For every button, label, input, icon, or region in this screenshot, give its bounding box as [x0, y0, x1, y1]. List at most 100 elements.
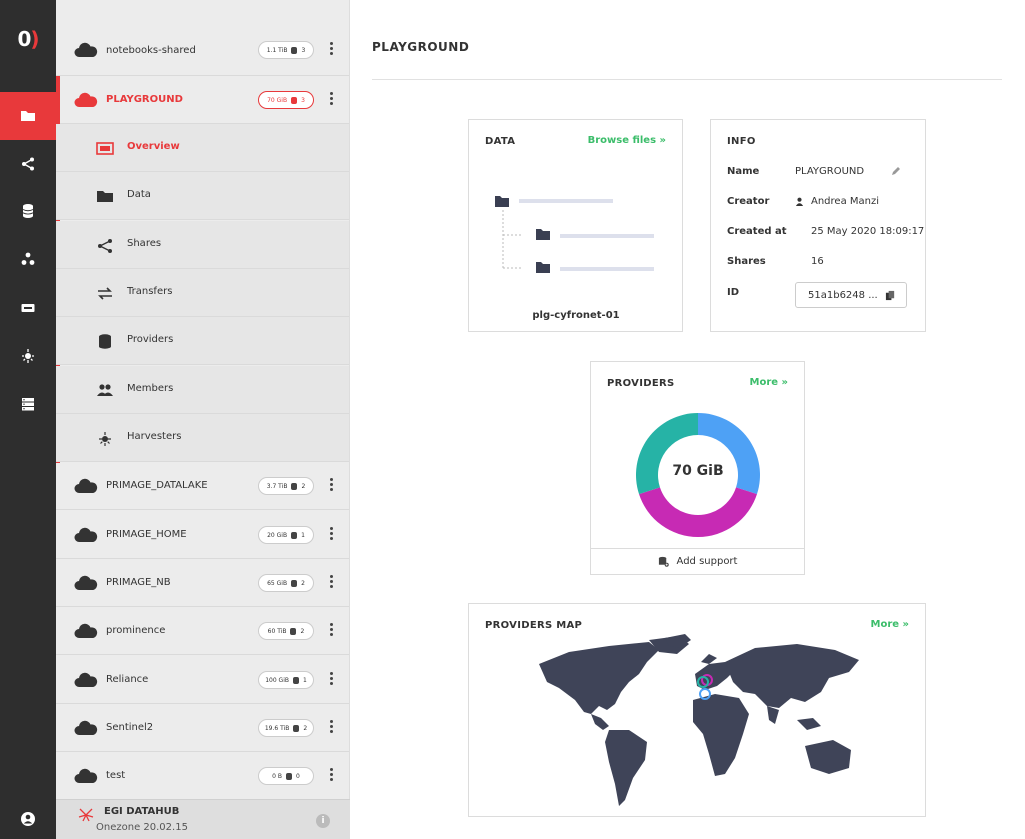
share-icon [98, 238, 112, 253]
rail-uploads-button[interactable] [0, 380, 56, 428]
rail-providers-button[interactable] [0, 187, 56, 235]
space-menu-label: Harvesters [127, 430, 182, 442]
add-database-icon [658, 556, 669, 567]
server-icon [22, 398, 34, 411]
rail-clusters-button[interactable] [0, 235, 56, 283]
space-size-badge[interactable]: 100 GiB 1 [258, 671, 314, 689]
info-card-title: INFO [727, 136, 756, 147]
space-size-badge[interactable]: 3.7 TiB 2 [258, 477, 314, 495]
donut-slice-0[interactable] [698, 413, 760, 495]
egi-logo-icon [78, 808, 94, 822]
donut-center-label: 70 GiB [672, 463, 724, 479]
zone-version: Onezone 20.02.15 [96, 822, 188, 833]
rail-data-button[interactable] [0, 92, 56, 140]
more-options-icon[interactable] [328, 476, 334, 496]
space-item-playground[interactable]: PLAYGROUND 70 GiB 3 [56, 76, 349, 124]
database-icon [290, 627, 297, 635]
more-options-icon[interactable] [328, 766, 334, 786]
browse-files-link[interactable]: Browse files » [588, 135, 666, 146]
space-item-reliance[interactable]: Reliance 100 GiB 1 [56, 656, 349, 704]
space-size-badge[interactable]: 70 GiB 3 [258, 91, 314, 109]
user-account-button[interactable] [0, 799, 56, 839]
info-id-label: ID [727, 287, 740, 298]
space-menu-label: Overview [127, 141, 180, 152]
info-icon[interactable]: i [316, 814, 330, 828]
space-size: 3.7 TiB [266, 482, 288, 490]
space-id-value: 51a1b6248 ... [808, 289, 878, 301]
providers-map-more-link[interactable]: More » [871, 619, 909, 630]
space-size-badge[interactable]: 19.6 TiB 2 [258, 719, 314, 737]
copy-icon[interactable] [885, 290, 896, 301]
overview-icon [96, 142, 114, 155]
more-options-icon[interactable] [328, 90, 334, 110]
database-icon [286, 772, 292, 780]
zone-name: EGI DATAHUB [104, 806, 180, 817]
cloud-icon [74, 575, 98, 590]
add-support-button[interactable]: Add support [591, 548, 804, 574]
space-menu-overview[interactable]: Overview [56, 124, 349, 172]
cloud-icon [74, 672, 98, 687]
space-provider-count: 3 [301, 46, 306, 54]
onedata-logo[interactable]: 0) [0, 0, 56, 78]
space-name: test [106, 770, 126, 781]
space-menu-members[interactable]: Members [56, 365, 349, 414]
more-options-icon[interactable] [328, 621, 334, 641]
space-menu-providers[interactable]: Providers [56, 317, 349, 366]
file-tree-illustration [495, 196, 654, 273]
space-name: PRIMAGE_HOME [106, 529, 187, 540]
cloud-icon [74, 42, 98, 57]
space-item-sentinel2[interactable]: Sentinel2 19.6 TiB 2 [56, 704, 349, 752]
space-menu-data[interactable]: Data [56, 172, 349, 221]
rail-tokens-button[interactable] [0, 284, 56, 332]
space-menu-transfers[interactable]: Transfers [56, 268, 349, 317]
more-options-icon[interactable] [328, 525, 334, 545]
rail-shares-button[interactable] [0, 140, 56, 188]
providers-card-title: PROVIDERS [607, 378, 675, 389]
space-size-badge[interactable]: 20 GiB 1 [258, 526, 314, 544]
providers-more-link[interactable]: More » [750, 377, 788, 388]
space-item-prominence[interactable]: prominence 60 TiB 2 [56, 607, 349, 655]
space-size: 60 TiB [267, 627, 287, 635]
donut-slice-2[interactable] [636, 413, 698, 495]
database-icon [292, 676, 299, 684]
space-size-badge[interactable]: 65 GiB 2 [258, 574, 314, 592]
space-size: 19.6 TiB [264, 724, 290, 732]
donut-slice-1[interactable] [639, 487, 757, 537]
info-shares-label: Shares [727, 256, 766, 267]
space-item-test[interactable]: test 0 B 0 [56, 752, 349, 800]
space-item-primage-datalake[interactable]: PRIMAGE_DATALAKE 3.7 TiB 2 [56, 462, 349, 510]
more-options-icon[interactable] [328, 670, 334, 690]
more-options-icon[interactable] [328, 40, 334, 60]
space-provider-count: 0 [296, 772, 300, 780]
space-item-primage-nb[interactable]: PRIMAGE_NB 65 GiB 2 [56, 559, 349, 607]
space-menu-shares[interactable]: Shares [56, 220, 349, 269]
more-options-icon[interactable] [328, 718, 334, 738]
info-shares-value: 16 [811, 256, 824, 267]
rail-harvesters-button[interactable] [0, 332, 56, 380]
providers-map-title: PROVIDERS MAP [485, 620, 583, 631]
space-size-badge[interactable]: 60 TiB 2 [258, 622, 314, 640]
space-name: notebooks-shared [106, 45, 196, 56]
space-item-primage-home[interactable]: PRIMAGE_HOME 20 GiB 1 [56, 511, 349, 559]
space-item-notebooks-shared[interactable]: notebooks-shared 1.1 TiB 3 [56, 26, 349, 76]
space-size-badge[interactable]: 0 B 0 [258, 767, 314, 785]
space-name: Sentinel2 [106, 722, 154, 733]
harvester-icon [99, 431, 111, 446]
space-name: PRIMAGE_NB [106, 577, 171, 588]
space-id-field[interactable]: 51a1b6248 ... [795, 282, 907, 308]
space-menu-harvesters[interactable]: Harvesters [56, 413, 349, 462]
edit-pencil-icon[interactable] [891, 166, 901, 176]
space-menu-label: Data [127, 189, 151, 201]
user-icon [795, 197, 804, 206]
more-options-icon[interactable] [328, 573, 334, 593]
info-created-label: Created at [727, 226, 787, 237]
info-created-value: 25 May 2020 18:09:17 [811, 226, 925, 237]
space-size-badge[interactable]: 1.1 TiB 3 [258, 41, 314, 59]
info-card: INFO Name PLAYGROUND Creator Andrea Manz… [710, 119, 926, 332]
logo-text: 0 [17, 27, 31, 51]
space-provider-count: 2 [301, 482, 306, 490]
world-map[interactable] [529, 634, 869, 809]
cloud-icon [74, 527, 98, 542]
database-icon [99, 334, 111, 349]
token-icon [21, 304, 35, 312]
